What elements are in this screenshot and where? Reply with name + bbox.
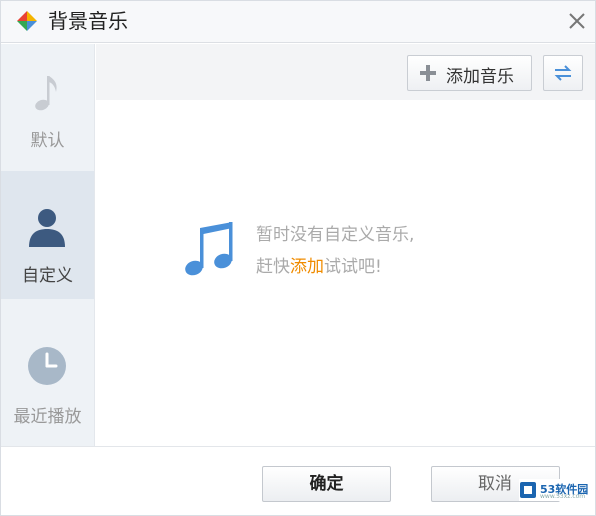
plus-icon xyxy=(420,65,436,81)
site-watermark: 53软件园 www.53xz.com xyxy=(519,479,595,501)
window-title: 背景音乐 xyxy=(48,9,128,33)
empty-message-line1: 暂时没有自定义音乐, xyxy=(256,225,415,245)
swap-arrows-icon xyxy=(554,65,572,81)
close-icon[interactable] xyxy=(563,7,591,35)
empty-message-suffix: 试试吧! xyxy=(324,257,382,277)
ok-button[interactable]: 确定 xyxy=(262,466,391,502)
music-note-icon xyxy=(185,222,233,276)
watermark-logo-icon xyxy=(520,482,536,498)
app-logo-icon xyxy=(17,11,37,31)
sidebar-item-recent[interactable]: 最近播放 xyxy=(1,314,94,442)
watermark-url: www.53xz.com xyxy=(540,493,586,500)
category-sidebar: 默认 自定义 最近播放 xyxy=(1,44,95,446)
swap-button[interactable] xyxy=(543,55,583,91)
empty-message-prefix: 赶快 xyxy=(256,257,290,277)
add-link[interactable]: 添加 xyxy=(290,257,324,277)
sidebar-item-label: 自定义 xyxy=(22,266,73,286)
user-icon xyxy=(29,209,65,247)
toolbar: 添加音乐 xyxy=(96,44,595,100)
sidebar-item-label: 默认 xyxy=(30,131,65,151)
music-list-area: 暂时没有自定义音乐, 赶快添加试试吧! xyxy=(96,100,595,446)
clock-icon xyxy=(28,347,66,385)
empty-message-line2: 赶快添加试试吧! xyxy=(256,252,382,277)
add-music-button[interactable]: 添加音乐 xyxy=(407,55,532,91)
music-note-icon xyxy=(35,76,57,111)
sidebar-item-label: 最近播放 xyxy=(13,407,82,427)
background-music-dialog: 背景音乐 默认 自定义 最近播放 添加音乐 暂时没有自定义音乐, 赶快添加试试吧… xyxy=(0,0,596,516)
add-music-label: 添加音乐 xyxy=(446,67,514,87)
sidebar-item-custom[interactable]: 自定义 xyxy=(1,171,94,299)
sidebar-item-default[interactable]: 默认 xyxy=(1,44,94,172)
dialog-footer: 确定 取消 xyxy=(1,446,595,515)
title-bar: 背景音乐 xyxy=(1,1,595,43)
